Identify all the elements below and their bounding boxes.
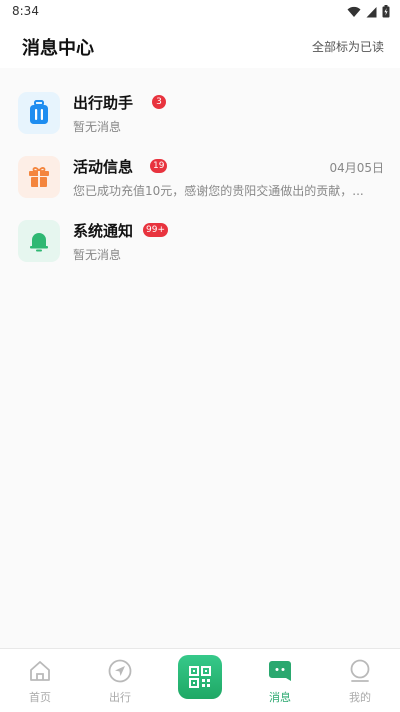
tab-label: 我的 (349, 691, 371, 704)
status-time: 8:34 (12, 4, 39, 18)
battery-icon (382, 5, 390, 18)
tab-label: 出行 (109, 691, 131, 704)
message-title: 出行助手 (73, 94, 134, 112)
tab-messages[interactable]: 消息 (240, 649, 320, 712)
luggage-icon (18, 92, 60, 134)
message-item-system-notice[interactable]: 系统通知 99+ 暂无消息 (0, 208, 400, 272)
wifi-icon (347, 6, 361, 17)
message-preview: 暂无消息 (73, 120, 122, 134)
page-title: 消息中心 (22, 38, 94, 59)
qr-code-icon (189, 666, 211, 688)
gift-icon (18, 156, 60, 198)
home-icon (30, 661, 50, 681)
tab-label: 首页 (29, 691, 51, 704)
scan-qr-button[interactable] (178, 655, 222, 699)
unread-badge: 99+ (143, 223, 168, 237)
tab-travel[interactable]: 出行 (80, 649, 160, 712)
unread-badge: 19 (150, 159, 168, 173)
signal-icon (366, 6, 377, 17)
message-preview: 暂无消息 (73, 248, 122, 262)
tab-home[interactable]: 首页 (0, 649, 80, 712)
unread-badge: 3 (152, 95, 166, 109)
message-item-travel-assistant[interactable]: 出行助手 3 暂无消息 (0, 80, 400, 144)
mark-all-read-button[interactable]: 全部标为已读 (312, 38, 384, 55)
message-preview: 您已成功充值10元，感谢您的贵阳交通做出的贡献，... (73, 184, 364, 198)
tab-label: 消息 (269, 691, 291, 704)
message-title: 活动信息 (73, 158, 134, 176)
status-icons (347, 5, 390, 18)
bell-icon (18, 220, 60, 262)
user-icon (350, 659, 370, 682)
header: 消息中心 全部标为已读 (0, 24, 400, 68)
compass-icon (108, 659, 132, 683)
tab-mine[interactable]: 我的 (320, 649, 400, 712)
status-bar: 8:34 (0, 0, 400, 24)
message-bubble-icon (269, 661, 291, 681)
message-list: 出行助手 3 暂无消息 活动信息 19 04月05日 您已成功充值10元，感谢您… (0, 80, 400, 272)
message-date: 04月05日 (329, 161, 384, 175)
message-title: 系统通知 (73, 222, 134, 240)
message-item-activity-info[interactable]: 活动信息 19 04月05日 您已成功充值10元，感谢您的贵阳交通做出的贡献，.… (0, 144, 400, 208)
